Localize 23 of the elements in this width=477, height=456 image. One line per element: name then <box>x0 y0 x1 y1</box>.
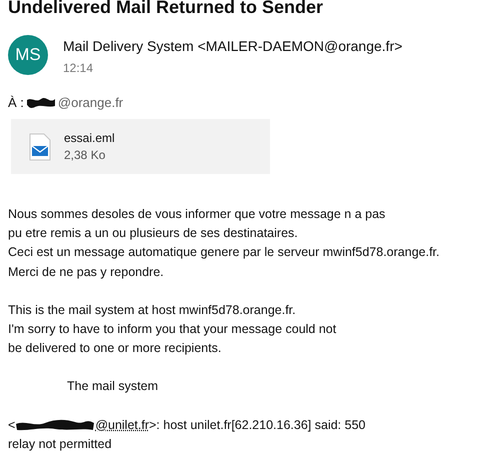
email-link[interactable]: @unilet.fr <box>95 416 149 435</box>
sender-name: Mail Delivery System <MAILER-DAEMON@orange.fr> <box>63 38 402 54</box>
body-text-line: Nous sommes desoles de vous informer que votre message n a pas <box>8 206 386 223</box>
recipient-label: À : <box>8 94 24 110</box>
recipient-domain: @orange.fr <box>58 94 124 110</box>
body-text-line: be delivered to one or more recipients. <box>8 340 222 358</box>
sender-avatar: MS <box>8 35 48 75</box>
attachment-size: 2,38 Ko <box>64 148 106 162</box>
body-text-line: relay not permitted <box>8 436 113 453</box>
body-text: >: host unilet.fr[62.210.16.36] said: 550 <box>149 416 366 434</box>
attachment-name: essai.eml <box>64 131 115 145</box>
body-text-line: Ceci est un message automatique genere par le serveur mwinf5d78.orange.fr. <box>8 244 440 262</box>
mail-subject: Undelivered Mail Returned to Sender <box>8 0 324 18</box>
redaction-mark <box>26 96 56 108</box>
body-text-line: pu etre remis a un ou plusieurs de ses destinataires. <box>8 225 299 242</box>
body-text-line: I'm sorry to have to inform you that your message could not <box>8 321 338 338</box>
sent-time: 12:14 <box>63 61 94 75</box>
body-text-line: This is the mail system at host mwinf5d78.orange.fr. <box>8 302 297 319</box>
body-text: < <box>8 416 16 434</box>
mail-file-icon <box>28 132 52 160</box>
body-text-line: The mail system <box>67 378 159 396</box>
body-text-line: Merci de ne pas y repondre. <box>8 264 165 281</box>
attachment-card[interactable]: essai.eml 2,38 Ko <box>11 119 270 174</box>
